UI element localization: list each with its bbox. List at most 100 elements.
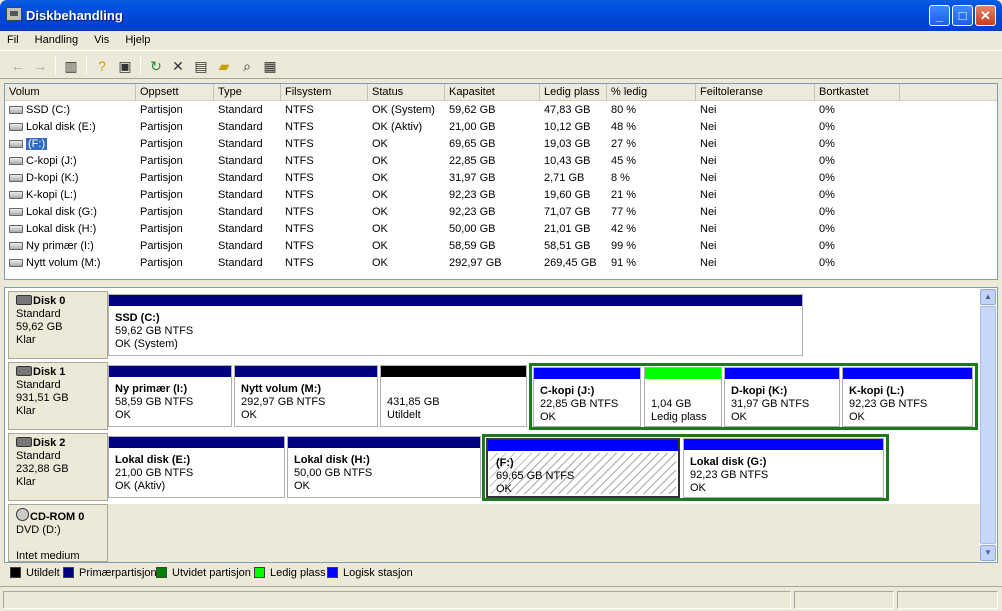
partition-ny-primaer-i[interactable]: Ny primær (I:) 58,59 GB NTFS OK xyxy=(108,365,232,427)
volume-row[interactable]: Lokal disk (H:) Partisjon Standard NTFS … xyxy=(5,221,997,238)
volume-row[interactable]: D-kopi (K:) Partisjon Standard NTFS OK 3… xyxy=(5,170,997,187)
show-hide-console-tree-icon[interactable]: ▥ xyxy=(61,56,81,76)
graphical-view-scrollbar[interactable]: ▲ ▼ xyxy=(980,289,996,561)
primary-partition-band xyxy=(288,437,480,448)
title-bar[interactable]: Diskbehandling _ □ ✕ xyxy=(0,0,1002,31)
volume-percent-free: 21 % xyxy=(611,189,637,201)
disk-1-label[interactable]: Disk 1 Standard 931,51 GB Klar xyxy=(8,362,108,430)
volume-percent-free: 27 % xyxy=(611,138,637,150)
scroll-down-arrow-icon[interactable]: ▼ xyxy=(980,545,996,561)
minimize-button[interactable]: _ xyxy=(929,5,950,26)
partition-size: 92,23 GB NTFS xyxy=(690,469,769,481)
column-header-bortkastet[interactable]: Bortkastet xyxy=(815,84,900,101)
volume-icon xyxy=(9,106,23,114)
maximize-button[interactable]: □ xyxy=(952,5,973,26)
volume-row[interactable]: Ny primær (I:) Partisjon Standard NTFS O… xyxy=(5,238,997,255)
close-button[interactable]: ✕ xyxy=(975,5,996,26)
volume-status: OK (System) xyxy=(372,104,435,116)
volume-free-space: 47,83 GB xyxy=(544,104,591,116)
volume-layout: Partisjon xyxy=(140,240,183,252)
volume-filesystem: NTFS xyxy=(285,257,314,269)
hard-disk-icon xyxy=(16,437,32,447)
volume-row-selected[interactable]: (F:) Partisjon Standard NTFS OK 69,65 GB… xyxy=(5,136,997,153)
column-header-feiltoleranse[interactable]: Feiltoleranse xyxy=(696,84,815,101)
partition-size: 21,00 GB NTFS xyxy=(115,467,194,479)
volume-layout: Partisjon xyxy=(140,121,183,133)
volume-row[interactable]: Lokal disk (G:) Partisjon Standard NTFS … xyxy=(5,204,997,221)
volume-type: Standard xyxy=(218,121,263,133)
disk-0-label[interactable]: Disk 0 Standard 59,62 GB Klar xyxy=(8,291,108,359)
column-header-oppsett[interactable]: Oppsett xyxy=(136,84,214,101)
scroll-up-arrow-icon[interactable]: ▲ xyxy=(980,289,996,305)
volume-percent-free: 45 % xyxy=(611,155,637,167)
column-header-kapasitet[interactable]: Kapasitet xyxy=(445,84,540,101)
disk-name: Disk 2 xyxy=(33,437,66,449)
delete-icon[interactable]: ✕ xyxy=(168,56,188,76)
partition-lokal-disk-g[interactable]: Lokal disk (G:) 92,23 GB NTFS OK xyxy=(683,438,884,498)
volume-free-space: 2,71 GB xyxy=(544,172,585,184)
open-icon[interactable]: ▰ xyxy=(214,56,234,76)
disk-2-label[interactable]: Disk 2 Standard 232,88 GB Klar xyxy=(8,433,108,501)
column-header-filsystem[interactable]: Filsystem xyxy=(281,84,368,101)
volume-icon xyxy=(9,191,23,199)
primary-partition-band xyxy=(109,437,284,448)
volume-layout: Partisjon xyxy=(140,257,183,269)
column-header-status[interactable]: Status xyxy=(368,84,445,101)
partition-name: Ny primær (I:) xyxy=(115,383,188,395)
partition-nytt-volum-m[interactable]: Nytt volum (M:) 292,97 GB NTFS OK xyxy=(234,365,378,427)
volume-row[interactable]: C-kopi (J:) Partisjon Standard NTFS OK 2… xyxy=(5,153,997,170)
volume-row[interactable]: SSD (C:) Partisjon Standard NTFS OK (Sys… xyxy=(5,102,997,119)
volume-name: SSD (C:) xyxy=(26,104,70,116)
partition-status: OK (System) xyxy=(115,338,178,350)
partition-d-kopi-k[interactable]: D-kopi (K:) 31,97 GB NTFS OK xyxy=(724,367,840,427)
volume-overhead: 0% xyxy=(819,240,835,252)
help-topics-icon[interactable]: ▦ xyxy=(260,56,280,76)
help-icon[interactable]: ? xyxy=(92,56,112,76)
partition-lokal-disk-h[interactable]: Lokal disk (H:) 50,00 GB NTFS OK xyxy=(287,436,481,498)
volume-row[interactable]: K-kopi (L:) Partisjon Standard NTFS OK 9… xyxy=(5,187,997,204)
logical-drive-band xyxy=(843,368,972,379)
unallocated-space[interactable]: 431,85 GB Utildelt xyxy=(380,365,527,427)
volume-status: OK xyxy=(372,206,388,218)
menu-hjelp[interactable]: Hjelp xyxy=(118,31,156,46)
primary-partition-band xyxy=(109,366,231,377)
properties-icon[interactable]: ▤ xyxy=(191,56,211,76)
partition-f-selected[interactable]: (F:) 69,65 GB NTFS OK xyxy=(486,438,680,498)
volume-overhead: 0% xyxy=(819,172,835,184)
column-header-volum[interactable]: Volum xyxy=(5,84,136,101)
explore-icon[interactable]: ⌕ xyxy=(237,56,257,76)
partition-ssd-c[interactable]: SSD (C:) 59,62 GB NTFS OK (System) xyxy=(108,294,803,356)
hard-disk-icon xyxy=(16,366,32,376)
volume-row[interactable]: Nytt volum (M:) Partisjon Standard NTFS … xyxy=(5,255,997,272)
volume-list[interactable]: Volum Oppsett Type Filsystem Status Kapa… xyxy=(4,83,998,280)
volume-name: Nytt volum (M:) xyxy=(26,257,101,269)
column-header-type[interactable]: Type xyxy=(214,84,281,101)
menu-fil[interactable]: Fil xyxy=(0,31,25,46)
menu-handling[interactable]: Handling xyxy=(28,31,84,46)
volume-overhead: 0% xyxy=(819,189,835,201)
volume-percent-free: 8 % xyxy=(611,172,630,184)
forward-icon[interactable]: → xyxy=(30,56,50,76)
refresh-icon[interactable]: ↻ xyxy=(146,56,166,76)
disk-graphical-view[interactable]: Disk 0 Standard 59,62 GB Klar SSD (C:) 59… xyxy=(4,287,998,563)
volume-type: Standard xyxy=(218,138,263,150)
menu-vis[interactable]: Vis xyxy=(87,31,115,46)
back-icon[interactable]: ← xyxy=(8,56,28,76)
partition-status: Ledig plass xyxy=(651,411,707,423)
properties-view-icon[interactable]: ▣ xyxy=(115,56,135,76)
partition-k-kopi-l[interactable]: K-kopi (L:) 92,23 GB NTFS OK xyxy=(842,367,973,427)
volume-row[interactable]: Lokal disk (E:) Partisjon Standard NTFS … xyxy=(5,119,997,136)
volume-filesystem: NTFS xyxy=(285,206,314,218)
volume-capacity: 50,00 GB xyxy=(449,223,496,235)
scroll-thumb[interactable] xyxy=(980,306,996,544)
volume-percent-free: 80 % xyxy=(611,104,637,116)
free-space[interactable]: 1,04 GB Ledig plass xyxy=(644,367,722,427)
column-header-prosent-ledig[interactable]: % ledig xyxy=(607,84,696,101)
logical-drive-band xyxy=(684,439,883,450)
partition-lokal-disk-e[interactable]: Lokal disk (E:) 21,00 GB NTFS OK (Aktiv) xyxy=(108,436,285,498)
column-header-ledig-plass[interactable]: Ledig plass xyxy=(540,84,607,101)
volume-capacity: 69,65 GB xyxy=(449,138,496,150)
partition-c-kopi-j[interactable]: C-kopi (J:) 22,85 GB NTFS OK xyxy=(533,367,641,427)
volume-fault-tolerance: Nei xyxy=(700,206,717,218)
cdrom-0-label[interactable]: CD-ROM 0 DVD (D:) Intet medium xyxy=(8,504,108,562)
